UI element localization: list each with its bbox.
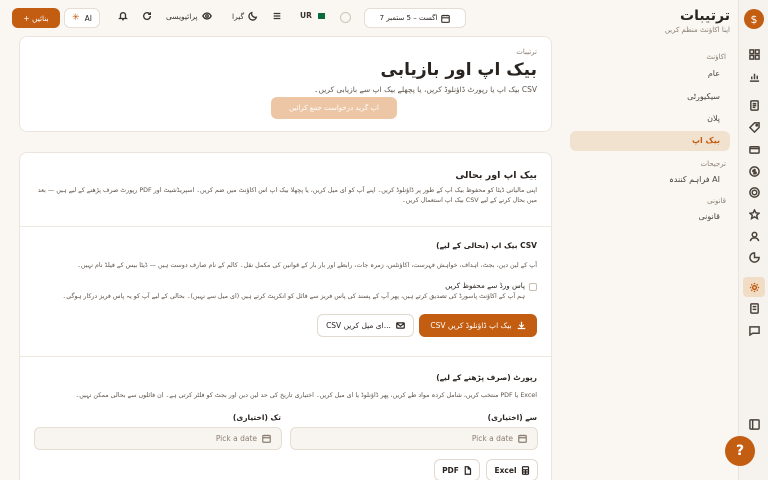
- email-csv-button[interactable]: CSV ای میل کریں...: [317, 314, 414, 337]
- password-protect-label: پاس ورڈ سے محفوظ کریں: [445, 281, 525, 290]
- eye-icon: [201, 12, 212, 20]
- document-icon[interactable]: [746, 97, 762, 113]
- mail-icon: [396, 322, 405, 329]
- top-bar: + بنائیں ✳ AI پرائیویسی گیرا UR 7 اگست –…: [0, 0, 560, 36]
- menu-icon[interactable]: [272, 11, 282, 21]
- create-button[interactable]: + بنائیں: [12, 8, 60, 28]
- sidebar-toggle-icon[interactable]: [746, 416, 762, 432]
- tag-icon[interactable]: [746, 119, 762, 135]
- pdf-format-button[interactable]: PDF: [434, 459, 480, 480]
- pdf-label: PDF: [442, 465, 459, 475]
- theme-toggle[interactable]: گیرا: [232, 11, 258, 21]
- csv-section-title: CSV بیک اپ (بحالی کے لیے): [436, 241, 537, 250]
- breadcrumb: ترتیبات: [516, 48, 537, 56]
- app-logo-icon[interactable]: $: [744, 9, 764, 29]
- target-icon[interactable]: [746, 184, 762, 200]
- nav-group-account: اکاؤنٹ: [706, 53, 726, 61]
- notifications-icon[interactable]: [118, 11, 128, 21]
- ai-button-label: AI: [84, 13, 92, 23]
- sidebar-item-ai-provider[interactable]: AI فراہم کنندہ: [570, 170, 730, 190]
- sidebar-nav: اکاؤنٹ عام سیکیورٹی پلان بیک اپ ترجیحات …: [570, 53, 730, 227]
- download-icon: [517, 321, 525, 330]
- help-button[interactable]: ?: [725, 436, 755, 466]
- page-subtitle: CSV بیک اپ یا رپورٹ ڈاؤنلوڈ کریں، یا پچھ…: [314, 85, 537, 94]
- ai-button[interactable]: ✳ AI: [64, 8, 100, 28]
- privacy-label: پرائیویسی: [166, 11, 198, 21]
- sparkle-icon: ✳: [72, 13, 80, 23]
- date-range-label: 7 اگست – 5 ستمبر: [379, 14, 438, 22]
- csv-section-description: آپ کے لین دین، بجٹ، اہداف، خواہش فہرست، …: [77, 262, 537, 269]
- calendar-icon: [441, 14, 451, 23]
- date-range-picker[interactable]: 7 اگست – 5 ستمبر: [364, 8, 466, 28]
- password-protect-checkbox[interactable]: [529, 283, 537, 291]
- upgrade-request-button[interactable]: اپ گرید درخواست جمع کرائیں: [271, 97, 397, 119]
- page-header-card: ترتیبات بیک اپ اور بازیابی CSV بیک اپ یا…: [19, 36, 552, 132]
- file-icon: [464, 465, 472, 475]
- icon-rail: $: [738, 0, 768, 480]
- calendar-icon: [518, 434, 527, 443]
- report-section-description: Excel یا PDF منتخب کریں، شامل کردہ مواد …: [75, 392, 537, 399]
- spreadsheet-icon: [521, 465, 529, 475]
- sidebar-item-security[interactable]: سیکیورٹی: [570, 87, 730, 107]
- sidebar-item-general[interactable]: عام: [570, 64, 730, 84]
- pie-chart-icon[interactable]: [746, 249, 762, 265]
- password-protect-description: ہم آپ کے اکاؤنٹ پاسورڈ کی تصدیق کرتے ہیں…: [62, 293, 525, 300]
- notes-icon[interactable]: [746, 300, 762, 316]
- excel-label: Excel: [494, 465, 517, 475]
- sidebar-item-plan[interactable]: پلان: [570, 109, 730, 129]
- from-date-label: سے (اختیاری): [487, 413, 537, 422]
- report-section-title: رپورٹ (صرف پڑھنے کے لیے): [436, 373, 537, 382]
- divider: [20, 356, 551, 357]
- privacy-toggle[interactable]: پرائیویسی: [166, 11, 212, 21]
- calendar-icon: [262, 434, 271, 443]
- dollar-icon[interactable]: [746, 163, 762, 179]
- moon-icon: [248, 11, 258, 21]
- to-date-label: تک (اختیاری): [232, 413, 281, 422]
- dashboard-icon[interactable]: [746, 46, 762, 62]
- feedback-icon[interactable]: [746, 322, 762, 338]
- status-circle-icon: [340, 12, 351, 23]
- divider: [20, 226, 551, 227]
- backup-card: بیک اپ اور بحالی اپنی مالیاتی ڈیٹا کو مح…: [19, 152, 552, 480]
- user-icon[interactable]: [746, 228, 762, 244]
- sidebar-title: ترتیبات: [680, 8, 730, 24]
- excel-format-button[interactable]: Excel: [486, 459, 538, 480]
- to-date-input[interactable]: Pick a date: [34, 427, 282, 450]
- backup-description: اپنی مالیاتی ڈیٹا کو محفوظ بیک اپ کے طور…: [37, 187, 537, 204]
- refresh-icon[interactable]: [142, 11, 152, 21]
- create-button-label: + بنائیں: [23, 13, 49, 23]
- to-date-placeholder: Pick a date: [215, 434, 257, 443]
- star-icon[interactable]: [746, 206, 762, 222]
- nav-group-preferences: ترجیحات: [700, 160, 727, 168]
- backup-title: بیک اپ اور بحالی: [455, 170, 537, 181]
- settings-icon[interactable]: [743, 277, 765, 297]
- theme-label: گیرا: [232, 11, 245, 21]
- download-csv-button[interactable]: CSV بیک اپ ڈاؤنلوڈ کریں: [419, 314, 537, 337]
- sidebar-item-backup[interactable]: بیک اپ: [570, 131, 730, 151]
- language-switch[interactable]: UR: [300, 11, 325, 20]
- chart-icon[interactable]: [746, 68, 762, 84]
- sidebar-subtitle: اپنا اکاؤنٹ منظم کریں: [664, 26, 730, 34]
- sidebar-item-legal[interactable]: قانونی: [570, 207, 730, 227]
- wallet-icon[interactable]: [746, 141, 762, 157]
- language-label: UR: [300, 11, 312, 20]
- download-csv-label: CSV بیک اپ ڈاؤنلوڈ کریں: [430, 321, 512, 330]
- from-date-placeholder: Pick a date: [471, 434, 513, 443]
- sidebar-header: ترتیبات اپنا اکاؤنٹ منظم کریں: [590, 8, 730, 34]
- nav-group-legal: قانونی: [707, 197, 726, 205]
- from-date-input[interactable]: Pick a date: [290, 427, 538, 450]
- page-title: بیک اپ اور بازیابی: [380, 60, 537, 80]
- pakistan-flag-icon: [315, 12, 325, 19]
- help-icon: ?: [735, 443, 745, 459]
- email-csv-label: CSV ای میل کریں...: [326, 321, 391, 330]
